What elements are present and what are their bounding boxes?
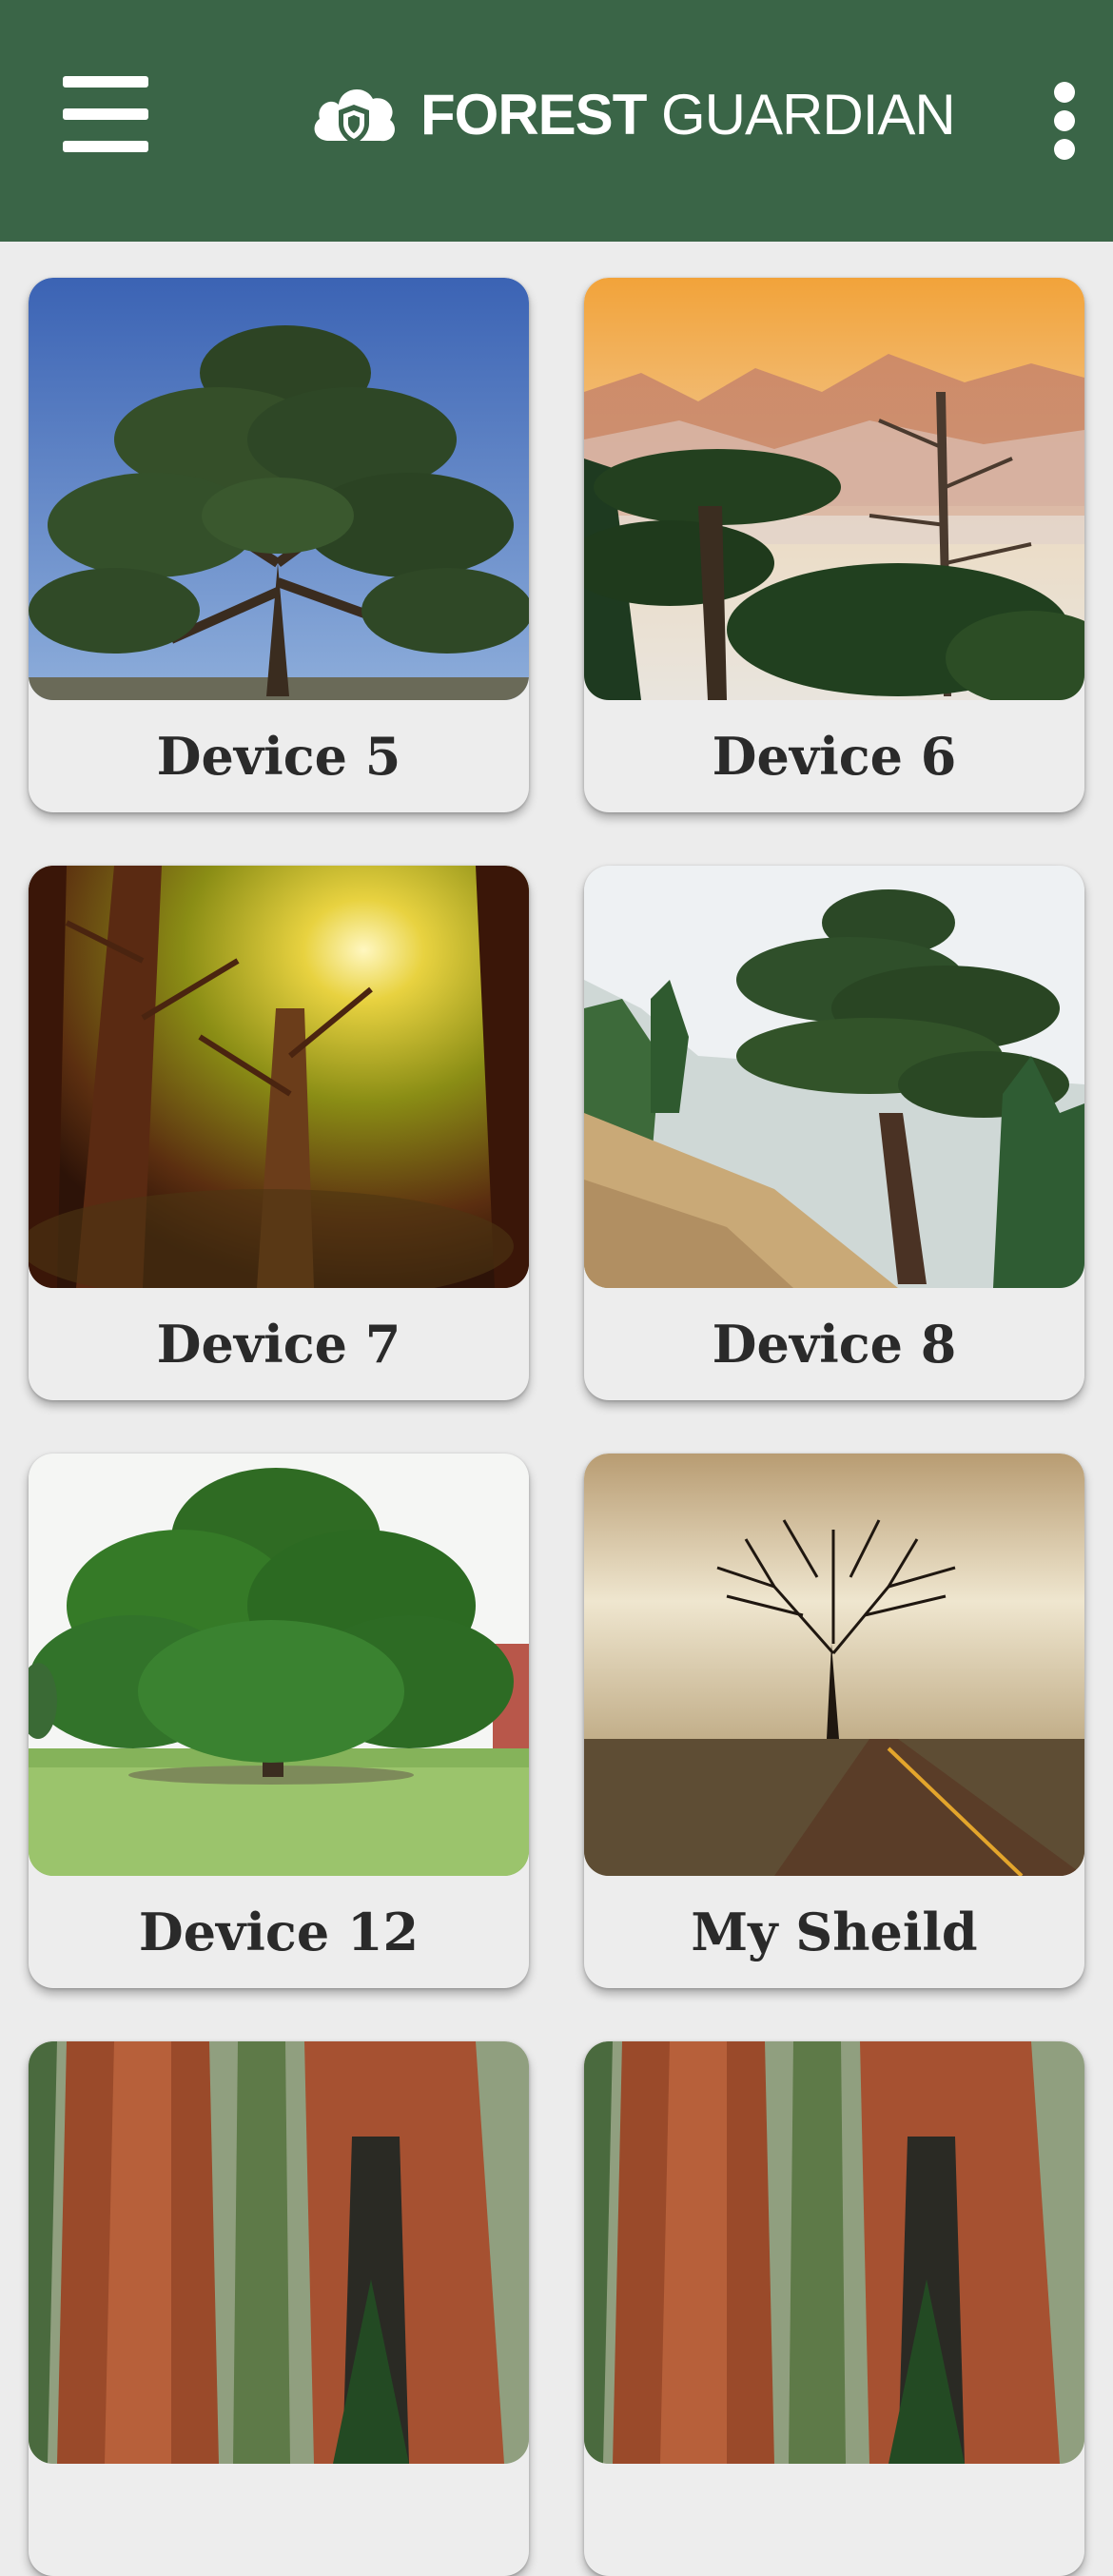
more-vertical-icon[interactable] — [1051, 82, 1080, 164]
device-card[interactable]: Device 6 — [584, 278, 1084, 812]
device-card[interactable]: Device 12 — [29, 1454, 529, 1988]
brand-name-bold: FOREST — [420, 82, 647, 146]
device-label: My Sheild — [691, 1902, 978, 1962]
device-photo-lone-tree — [584, 1454, 1084, 1876]
kebab-dot — [1054, 82, 1075, 103]
sequoia-image — [584, 2041, 1084, 2464]
device-label: Device 6 — [712, 726, 957, 787]
device-photo-sequoia — [29, 2041, 529, 2464]
lawn-tree-image — [29, 1454, 529, 1876]
forest-canopy-image — [29, 866, 529, 1288]
device-card[interactable]: Device 8 — [584, 866, 1084, 1400]
hamburger-menu-icon[interactable] — [63, 76, 148, 152]
brand-name: FOREST GUARDIAN — [420, 82, 956, 147]
device-card[interactable]: Device 7 — [29, 866, 529, 1400]
cloud-shield-logo-icon — [314, 88, 395, 145]
device-photo-forest-canopy — [29, 866, 529, 1288]
app-header: FOREST GUARDIAN — [0, 0, 1113, 242]
lone-tree-image — [584, 1454, 1084, 1876]
sequoia-image — [29, 2041, 529, 2464]
hamburger-bar — [63, 108, 148, 120]
device-card[interactable] — [29, 2041, 529, 2576]
device-label: Device 12 — [138, 1902, 420, 1962]
device-label — [29, 2464, 529, 2576]
hamburger-bar — [63, 76, 148, 88]
hillside-cedar-image — [584, 866, 1084, 1288]
device-label: Device 8 — [712, 1314, 957, 1375]
kebab-dot — [1054, 139, 1075, 160]
misty-mountain-image — [584, 278, 1084, 700]
hamburger-bar — [63, 141, 148, 152]
device-photo-sequoia — [584, 2041, 1084, 2464]
device-photo-lawn-tree — [29, 1454, 529, 1876]
device-card[interactable] — [584, 2041, 1084, 2576]
brand-name-thin: GUARDIAN — [646, 82, 956, 146]
device-label: Device 7 — [156, 1314, 401, 1375]
device-label — [584, 2464, 1084, 2576]
device-photo-misty — [584, 278, 1084, 700]
device-card[interactable]: Device 5 — [29, 278, 529, 812]
device-card[interactable]: My Sheild — [584, 1454, 1084, 1988]
cedar-tree-image — [29, 278, 529, 700]
brand-logo: FOREST GUARDIAN — [306, 67, 956, 162]
device-photo-cedar — [29, 278, 529, 700]
device-photo-hillside-cedar — [584, 866, 1084, 1288]
device-label: Device 5 — [156, 726, 401, 787]
kebab-dot — [1054, 110, 1075, 131]
